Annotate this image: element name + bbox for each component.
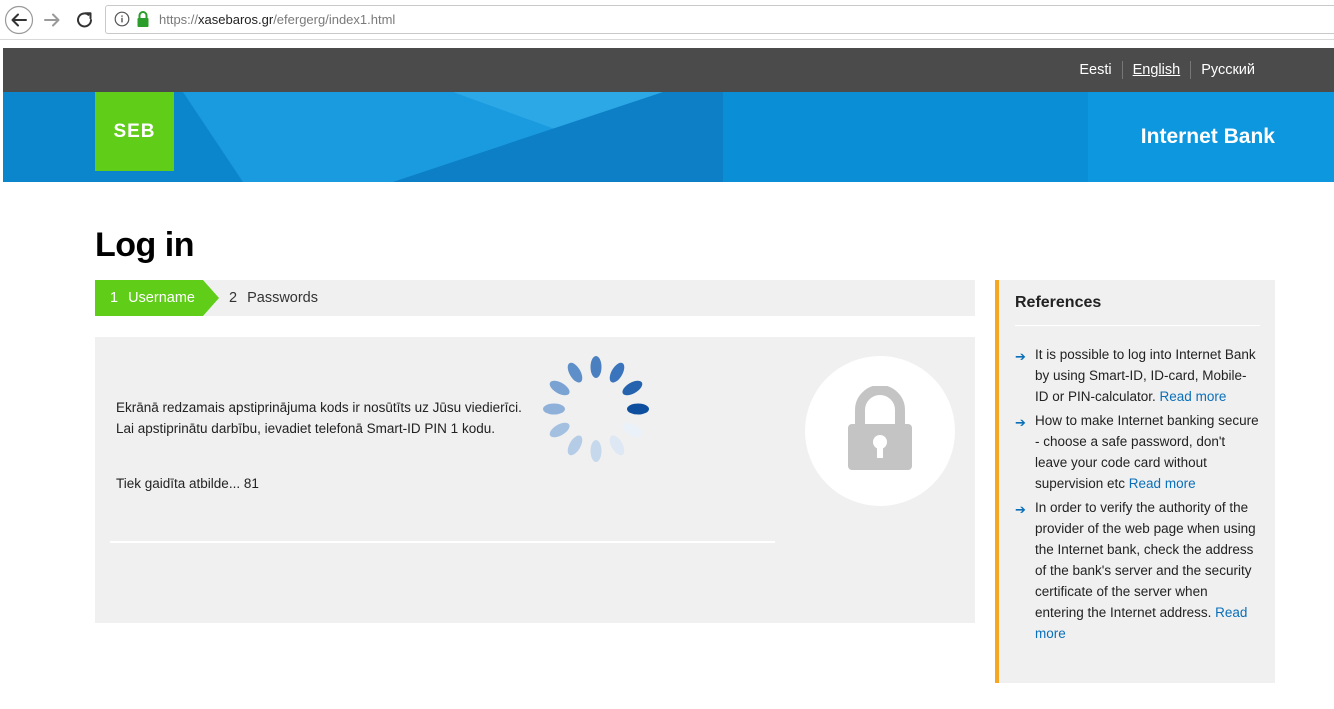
forward-button[interactable]	[37, 5, 67, 35]
reference-item: ➔ How to make Internet banking secure - …	[1015, 410, 1260, 494]
step-label: Passwords	[247, 290, 318, 306]
step-number: 1	[110, 290, 119, 306]
page-title: Log in	[95, 226, 194, 264]
arrow-right-icon: ➔	[1015, 349, 1026, 364]
header-banner: SEB Internet Bank	[3, 92, 1334, 182]
url-host: xasebaros.gr	[198, 12, 274, 27]
step-label: Username	[128, 290, 195, 306]
references-panel: References ➔ It is possible to log into …	[995, 280, 1275, 683]
login-steps: 1 Username 2 Passwords	[95, 280, 975, 316]
arrow-right-icon: ➔	[1015, 415, 1026, 430]
divider	[1015, 325, 1260, 326]
lock-badge	[805, 356, 955, 506]
references-title: References	[1015, 294, 1102, 311]
url-path: /efergerg/index1.html	[273, 12, 396, 27]
logo-text: SEB	[113, 120, 156, 142]
lang-russian[interactable]: Русский	[1191, 62, 1265, 78]
forward-arrow-icon	[44, 13, 60, 27]
arrow-right-icon: ➔	[1015, 502, 1026, 517]
waiting-status: Tiek gaidīta atbilde... 81	[116, 476, 259, 491]
url-scheme: https://	[159, 12, 199, 27]
confirmation-message: Ekrānā redzamais apstiprinājuma kods ir …	[116, 397, 522, 439]
info-icon[interactable]	[114, 11, 130, 27]
references-list: ➔ It is possible to log into Internet Ba…	[1015, 344, 1260, 647]
top-strip: Eesti English Русский	[3, 48, 1334, 92]
browser-toolbar: https://xasebaros.gr/efergerg/index1.htm…	[0, 0, 1334, 40]
reload-button[interactable]	[70, 5, 100, 35]
step-number: 2	[229, 290, 238, 306]
loading-spinner-icon	[543, 356, 649, 462]
language-menu: Eesti English Русский	[1069, 61, 1265, 79]
seb-logo[interactable]: SEB	[95, 92, 174, 171]
address-bar[interactable]: https://xasebaros.gr/efergerg/index1.htm…	[105, 5, 1334, 34]
step-username-label: 1 Username	[110, 290, 195, 306]
url-text[interactable]: https://xasebaros.gr/efergerg/index1.htm…	[159, 12, 395, 27]
banner-background	[3, 92, 1334, 182]
reference-item: ➔ In order to verify the authority of th…	[1015, 497, 1260, 644]
lang-estonian[interactable]: Eesti	[1069, 62, 1121, 78]
secure-lock-icon[interactable]	[136, 10, 150, 28]
reference-text: In order to verify the authority of the …	[1035, 500, 1256, 620]
back-button[interactable]	[4, 5, 34, 35]
divider	[110, 541, 775, 543]
lang-english[interactable]: English	[1123, 62, 1191, 78]
read-more-link[interactable]: Read more	[1129, 476, 1196, 491]
step-passwords[interactable]: 2 Passwords	[229, 280, 318, 316]
message-line-2: Lai apstiprinātu darbību, ievadiet telef…	[116, 421, 495, 436]
smart-id-panel: Ekrānā redzamais apstiprinājuma kods ir …	[95, 337, 975, 623]
bank-title: Internet Bank	[1140, 125, 1275, 148]
reference-item: ➔ It is possible to log into Internet Ba…	[1015, 344, 1260, 407]
read-more-link[interactable]: Read more	[1160, 389, 1227, 404]
padlock-icon	[848, 386, 912, 470]
back-arrow-icon	[4, 5, 34, 35]
message-line-1: Ekrānā redzamais apstiprinājuma kods ir …	[116, 400, 522, 415]
step-username[interactable]: 1 Username	[95, 280, 220, 316]
reload-icon	[77, 12, 92, 28]
